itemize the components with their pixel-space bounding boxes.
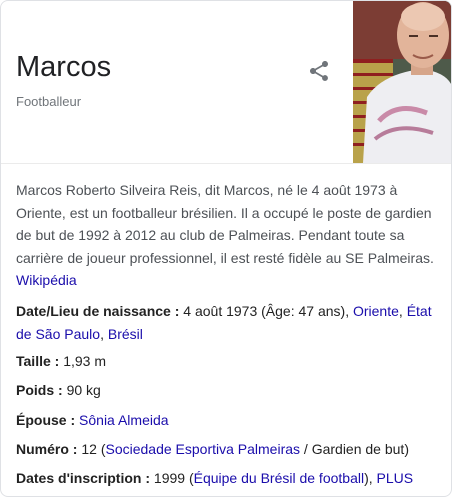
fact-label: Dates d'inscription [16,470,142,486]
fact-value: 1999 ( [153,470,194,486]
fact-separator: : [141,470,154,486]
fact-comma: , [100,325,108,342]
spouse-link[interactable]: Sônia Almeida [79,412,169,428]
palmeiras-link[interactable]: Sociedade Esportiva Palmeiras [105,441,300,457]
equipe-bresil-link[interactable]: Équipe du Brésil de football [194,470,364,486]
fact-label: Épouse [16,412,67,428]
fact-spouse: Épouse : Sônia Almeida [16,409,444,432]
fact-separator: : [68,441,82,457]
fact-registration: Dates d'inscription : 1999 (Équipe du Br… [16,467,444,490]
bresil-link[interactable]: Brésil [108,326,143,342]
fact-value: 12 ( [81,441,106,457]
knowledge-panel: Marcos Footballeur Marcos Roberto Silvei… [0,0,452,497]
fact-separator: : [50,353,64,369]
entity-photo[interactable] [353,1,451,163]
fact-label: Poids [16,382,55,398]
fact-number: Numéro : 12 (Sociedade Esportiva Palmeir… [16,438,444,461]
fact-value-suffix: / Gardien de but) [300,441,409,457]
fact-weight: Poids : 90 kg [16,379,444,402]
fact-birth: Date/Lieu de naissance : 4 août 1973 (Âg… [16,300,444,345]
fact-comma: , [398,303,407,319]
fact-value: 4 août 1973 (Âge: 47 ans), [183,303,353,319]
oriente-link[interactable]: Oriente [353,303,399,319]
description-text: Marcos Roberto Silveira Reis, dit Marcos… [16,182,434,266]
fact-separator: : [66,412,80,428]
fact-value: 90 kg [66,382,101,398]
person-photo-icon [353,1,451,163]
entity-subtitle: Footballeur [16,94,82,109]
fact-label: Date/Lieu de naissance [16,303,171,319]
fact-value-suffix: ), [364,470,377,486]
wikipedia-link[interactable]: Wikipédia [16,272,77,288]
fact-separator: : [54,382,67,398]
fact-separator: : [170,303,184,319]
fact-value: 1,93 m [63,353,107,369]
panel-header: Marcos Footballeur [1,1,451,164]
share-button[interactable] [307,59,331,83]
plus-link[interactable]: PLUS [377,470,414,486]
fact-label: Taille [16,353,51,369]
share-icon [310,61,328,81]
fact-label: Numéro [16,441,69,457]
entity-description: Marcos Roberto Silveira Reis, dit Marcos… [16,179,441,292]
entity-title: Marcos [16,51,112,83]
fact-height: Taille : 1,93 m [16,350,444,373]
